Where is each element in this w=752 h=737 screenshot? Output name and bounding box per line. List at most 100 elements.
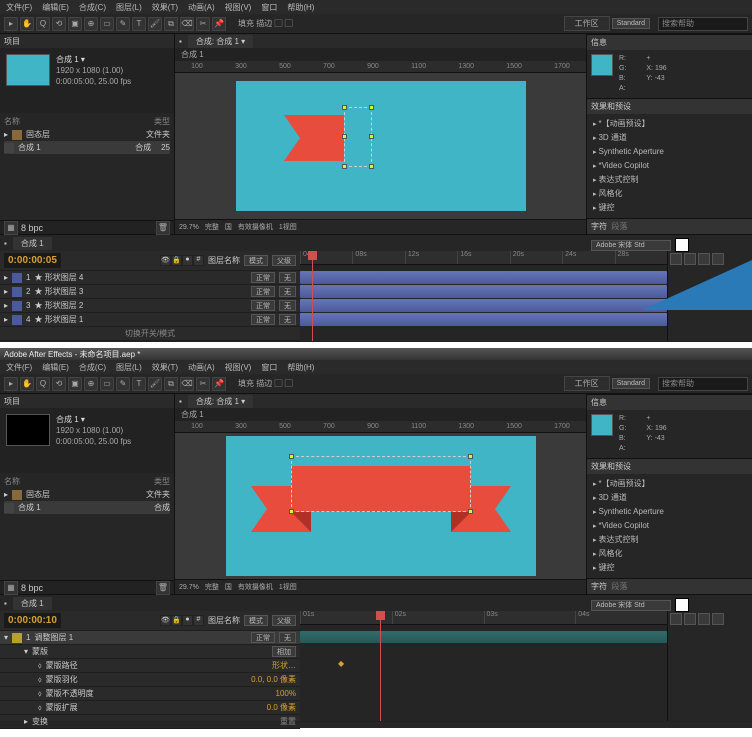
menu-layer[interactable]: 图层(L) <box>116 2 142 13</box>
selection-box[interactable] <box>344 107 372 167</box>
viewer-tab[interactable]: 合成: 合成 1 ▾ <box>188 395 253 408</box>
effect-preset[interactable]: *【动画预设】 <box>593 117 746 131</box>
menu-view[interactable]: 视图(V) <box>225 362 252 373</box>
info-panel-header[interactable]: 信息 <box>587 394 752 410</box>
help-search[interactable]: 搜索帮助 <box>658 377 748 391</box>
rotate-tool[interactable]: ⟲ <box>52 377 66 391</box>
project-tab[interactable]: 项目 <box>0 394 174 408</box>
mode-dd[interactable]: 正常 <box>251 632 275 643</box>
col-parent[interactable]: 父级 <box>272 255 296 266</box>
project-item-comp[interactable]: 合成 1 合成 25 <box>4 141 170 154</box>
menu-window[interactable]: 窗口 <box>261 2 277 13</box>
font-dropdown[interactable]: Adobe 宋体 Std <box>591 600 671 611</box>
keyframe-icon[interactable]: ◆ <box>338 659 344 668</box>
camera-dropdown[interactable]: 有效摄像机 <box>238 222 273 232</box>
menu-anim[interactable]: 动画(A) <box>188 2 215 13</box>
help-search[interactable]: 搜索帮助 <box>658 17 748 31</box>
puppet-tool[interactable]: 📌 <box>212 377 226 391</box>
workspace-dropdown[interactable]: Standard <box>612 18 650 29</box>
menu-bar[interactable]: 文件(F) 编辑(E) 合成(C) 图层(L) 效果(T) 动画(A) 视图(V… <box>0 360 752 374</box>
prop-mask-expand[interactable]: ⬨蒙版扩展0.0 像素 <box>0 701 300 715</box>
puppet-tool[interactable]: 📌 <box>212 17 226 31</box>
camera-tool[interactable]: ▣ <box>68 17 82 31</box>
toggle-switches-button[interactable]: 切换开关/模式 <box>0 327 300 341</box>
roto-tool[interactable]: ✂ <box>196 17 210 31</box>
timeline-tab[interactable]: 合成 1 <box>13 237 52 250</box>
playhead[interactable] <box>380 611 381 721</box>
prop-mask-feather[interactable]: ⬨蒙版羽化0.0, 0.0 像素 <box>0 673 300 687</box>
zoom-dropdown[interactable]: 29.7% <box>179 584 199 591</box>
project-tab[interactable]: 项目 <box>0 34 174 48</box>
effects-panel[interactable]: *【动画预设】 3D 通道 Synthetic Aperture *Video … <box>587 114 752 218</box>
camera-tool[interactable]: ▣ <box>68 377 82 391</box>
viewer-tab[interactable]: 合成: 合成 1 ▾ <box>188 35 253 48</box>
hand-tool[interactable]: ✋ <box>20 377 34 391</box>
time-ruler[interactable]: 01s02s03s04s <box>300 611 667 625</box>
eraser-tool[interactable]: ⌫ <box>180 377 194 391</box>
pen-tool[interactable]: ✎ <box>116 17 130 31</box>
layer-row-adjust[interactable]: ▾ 1 调整图层 1 正常 无 <box>0 631 300 645</box>
breadcrumb[interactable]: 合成 1 <box>175 48 586 61</box>
zoom-dropdown[interactable]: 29.7% <box>179 224 199 231</box>
timeline-layer-list[interactable]: 0:00:00:05 👁🔒●# 图层名称 模式 父级 ▸1★ 形状图层 4正常无… <box>0 251 300 341</box>
bpc-label[interactable]: 8 bpc <box>21 223 43 233</box>
comp-canvas[interactable] <box>226 436 536 576</box>
layer-row-4[interactable]: ▸4★ 形状图层 1正常无 <box>0 313 300 327</box>
zoom-tool[interactable]: Q <box>36 17 50 31</box>
effect-vcopilot[interactable]: *Video Copilot <box>593 159 746 173</box>
col-mode[interactable]: 模式 <box>244 255 268 266</box>
col-name[interactable]: 名称 <box>4 116 20 127</box>
clone-tool[interactable]: ⧉ <box>164 377 178 391</box>
trash-icon[interactable]: 🗑 <box>156 581 170 595</box>
time-ruler[interactable]: 04s08s12s16s20s24s28s <box>300 251 667 265</box>
effect-3dchannel[interactable]: 3D 通道 <box>593 131 746 145</box>
menu-layer[interactable]: 图层(L) <box>116 362 142 373</box>
clone-tool[interactable]: ⧉ <box>164 17 178 31</box>
project-list[interactable]: 名称 类型 ▸ 固态层文件夹 合成 1合成 <box>0 473 174 580</box>
parent-dd[interactable]: 无 <box>279 272 296 283</box>
interp-icon[interactable]: ▦ <box>4 581 18 595</box>
res-dropdown[interactable]: 完整 <box>205 582 219 592</box>
workspace-dropdown[interactable]: Standard <box>612 378 650 389</box>
shape-tool[interactable]: ▭ <box>100 17 114 31</box>
effect-keying[interactable]: 键控 <box>593 201 746 215</box>
selection-box[interactable] <box>291 456 471 512</box>
breadcrumb[interactable]: 合成 1 <box>175 408 586 421</box>
col-type[interactable]: 类型 <box>154 116 170 127</box>
zoom-tool[interactable]: Q <box>36 377 50 391</box>
pen-tool[interactable]: ✎ <box>116 377 130 391</box>
playhead[interactable] <box>312 251 313 341</box>
col-name[interactable]: 名称 <box>4 476 20 487</box>
layer-switches-header[interactable]: 👁🔒●# <box>160 615 204 626</box>
brush-tool[interactable]: 🖌 <box>148 17 162 31</box>
views-dropdown[interactable]: 1视图 <box>279 582 297 592</box>
brush-tool[interactable]: 🖌 <box>148 377 162 391</box>
layer-row-3[interactable]: ▸3★ 形状图层 2正常无 <box>0 299 300 313</box>
project-item-folder[interactable]: ▸ 固态层 文件夹 <box>4 128 170 141</box>
parent-dd[interactable]: 无 <box>279 632 296 643</box>
timeline-tab[interactable]: 合成 1 <box>13 597 52 610</box>
interp-icon[interactable]: ▦ <box>4 221 18 235</box>
menu-bar[interactable]: 文件(F) 编辑(E) 合成(C) 图层(L) 效果(T) 动画(A) 视图(V… <box>0 0 752 14</box>
info-panel-header[interactable]: 信息 <box>587 34 752 50</box>
timeline-layer-list[interactable]: 0:00:00:10 👁🔒●# 图层名称 模式 父级 ▾ 1 调整图层 1 正常… <box>0 611 300 721</box>
selection-tool[interactable]: ▸ <box>4 377 18 391</box>
effects-panel-header[interactable]: 效果和预设 <box>587 458 752 474</box>
menu-file[interactable]: 文件(F) <box>6 362 32 373</box>
project-item-comp[interactable]: 合成 1合成 <box>4 501 170 514</box>
pan-behind-tool[interactable]: ⊕ <box>84 17 98 31</box>
effect-synthap[interactable]: Synthetic Aperture <box>593 145 746 159</box>
menu-view[interactable]: 视图(V) <box>225 2 252 13</box>
rotate-tool[interactable]: ⟲ <box>52 17 66 31</box>
char-panel-header[interactable]: 字符 段落 <box>587 218 752 234</box>
grid-icon[interactable]: 国 <box>225 222 232 232</box>
selection-tool[interactable]: ▸ <box>4 17 18 31</box>
current-timecode[interactable]: 0:00:00:05 <box>4 253 61 268</box>
text-color-swatch[interactable] <box>675 598 689 612</box>
menu-edit[interactable]: 编辑(E) <box>42 2 69 13</box>
menu-anim[interactable]: 动画(A) <box>188 362 215 373</box>
layer-row-2[interactable]: ▸2★ 形状图层 3正常无 <box>0 285 300 299</box>
timeline-tracks[interactable]: 04s08s12s16s20s24s28s <box>300 251 667 341</box>
label-color[interactable] <box>12 633 22 643</box>
bpc-label[interactable]: 8 bpc <box>21 583 43 593</box>
